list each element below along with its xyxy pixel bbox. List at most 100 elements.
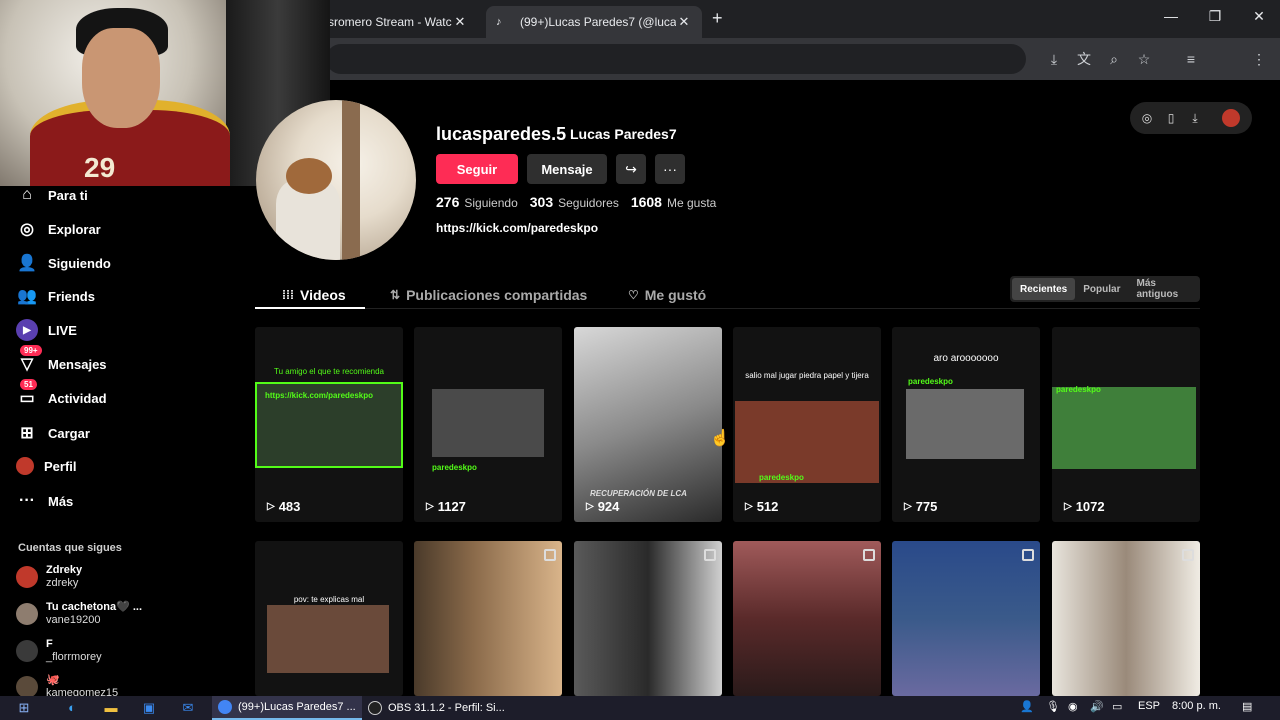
sidebar-item-actividad[interactable]: ▭ 51 Actividad [16, 379, 107, 413]
media-control-icon[interactable]: ≡ [1180, 48, 1202, 70]
window-close-icon[interactable]: ✕ [1244, 8, 1274, 25]
video-thumbnail [735, 401, 879, 483]
zoom-icon[interactable]: ⌕ [1103, 48, 1125, 70]
address-bar[interactable] [326, 44, 1026, 74]
phone-icon[interactable]: ▯ [1162, 109, 1180, 127]
bio-link[interactable]: https://kick.com/paredeskpo [436, 221, 598, 235]
kebab-menu-icon[interactable]: ⋮ [1248, 48, 1270, 70]
kick-link-text: paredeskpo [432, 463, 477, 472]
messages-icon: ▽ 99+ [16, 345, 42, 375]
tab-title: (99+)Lucas Paredes7 (@lucaspa [520, 15, 676, 29]
bookmark-star-icon[interactable]: ☆ [1133, 48, 1155, 70]
profile-username: lucasparedes.5 [436, 124, 567, 144]
video-views: ▷ 1127 [426, 499, 466, 514]
browser-tab-tiktok[interactable]: ♪ (99+)Lucas Paredes7 (@lucaspa ✕ [486, 6, 702, 38]
network-icon[interactable]: ◉ [1068, 700, 1078, 713]
profile-avatar-icon[interactable] [1214, 48, 1236, 70]
coin-icon[interactable]: ◎ [1138, 109, 1156, 127]
battery-icon[interactable]: ▭ [1112, 700, 1122, 713]
tab-me-gusto[interactable]: ♡ Me gustó [628, 282, 706, 308]
view-count: 483 [278, 499, 301, 514]
following-account[interactable]: F _florrmorey [16, 638, 102, 664]
tab-videos[interactable]: ⁞⁞⁞ Videos [282, 282, 346, 308]
person-icon[interactable]: 👤 [1020, 700, 1034, 713]
start-icon[interactable]: ⊞ [16, 700, 32, 716]
following-account[interactable]: Tu cachetona🖤 ... vane19200 [16, 601, 142, 627]
video-card[interactable]: pov: te explicas mal [255, 541, 403, 696]
sidebar-item-siguiendo[interactable]: 👤 Siguiendo [16, 248, 111, 278]
tab-label: Publicaciones compartidas [406, 287, 588, 303]
taskbar-app-obs[interactable]: OBS 31.1.2 - Perfil: Si... [362, 696, 511, 720]
video-card[interactable] [733, 541, 881, 696]
browser-tab-stream[interactable]: sromero Stream - Watc ✕ [318, 6, 478, 38]
account-username: vane19200 [46, 614, 101, 626]
sidebar-item-mensajes[interactable]: ▽ 99+ Mensajes [16, 345, 107, 379]
sidebar-item-label: Más [48, 493, 74, 509]
install-app-icon[interactable]: ⤓ [1043, 48, 1065, 70]
share-icon[interactable]: ↪ [616, 154, 646, 184]
language-indicator[interactable]: ESP [1138, 700, 1160, 712]
video-views: ▷ 1072 [1064, 499, 1105, 514]
heart-icon: ♡ [628, 288, 639, 302]
more-icon: ··· [19, 492, 35, 509]
taskbar-app-chrome[interactable]: (99+)Lucas Paredes7 ... [212, 696, 362, 720]
sidebar-item-explorar[interactable]: ◎ Explorar [16, 214, 101, 244]
video-card[interactable]: salio mal jugar piedra papel y tijera pa… [733, 327, 881, 522]
sidebar-item-mas[interactable]: ··· Más [16, 486, 73, 516]
sidebar-item-label: Explorar [48, 221, 101, 237]
sidebar-item-friends[interactable]: 👥 Friends [16, 281, 95, 311]
clock[interactable]: 8:00 p. m. [1172, 700, 1221, 712]
kick-link-text: paredeskpo [1056, 385, 1101, 394]
video-card[interactable] [1052, 541, 1200, 696]
edge-icon[interactable]: ◐ [64, 700, 80, 716]
sidebar-item-label: Para ti [48, 187, 88, 203]
video-card[interactable]: RECUPERACIÓN DE LCA ▷ 924 [574, 327, 722, 522]
kick-link-text: paredeskpo [908, 377, 953, 386]
file-explorer-icon[interactable]: ▬ [103, 700, 119, 716]
maximize-icon[interactable]: ❐ [1200, 8, 1230, 25]
microphone-icon[interactable]: 🎙 [1046, 700, 1060, 713]
video-card[interactable]: aro arooooooo paredeskpo ▷ 775 [892, 327, 1040, 522]
video-views: ▷ 512 [745, 499, 778, 514]
minimize-icon[interactable]: — [1156, 8, 1186, 24]
video-card[interactable]: Tu amigo el que te recomienda https://ki… [255, 327, 403, 522]
compass-icon: ◎ [20, 221, 34, 238]
following-label[interactable]: Siguiendo [464, 196, 517, 210]
volume-icon[interactable]: 🔊 [1090, 700, 1104, 713]
more-options-icon[interactable]: ··· [655, 154, 685, 184]
video-card[interactable] [574, 541, 722, 696]
play-icon: ▷ [745, 501, 753, 512]
message-button[interactable]: Mensaje [527, 154, 607, 184]
sidebar-item-live[interactable]: ▶ LIVE [16, 315, 77, 345]
notifications-icon[interactable]: ▤ [1242, 700, 1252, 713]
translate-icon[interactable]: 文 [1073, 48, 1095, 70]
sidebar-item-cargar[interactable]: ⊞ Cargar [16, 418, 90, 448]
sort-mas-antiguos[interactable]: Más antiguos [1128, 278, 1198, 300]
sort-popular[interactable]: Popular [1075, 278, 1128, 300]
carousel-icon [544, 549, 556, 561]
windows-taskbar: ⊞ ◐ ▬ ▣ ✉ (99+)Lucas Paredes7 ... OBS 31… [0, 696, 1280, 720]
download-icon[interactable]: ⤓ [1186, 109, 1204, 127]
followers-label[interactable]: Seguidores [558, 196, 619, 210]
followers-count: 303 [529, 194, 554, 210]
sidebar-item-perfil[interactable]: Perfil [16, 451, 77, 481]
video-card[interactable] [892, 541, 1040, 696]
plus-icon[interactable]: + [712, 8, 723, 29]
mail-icon[interactable]: ✉ [180, 700, 196, 716]
user-avatar-icon[interactable] [1222, 109, 1240, 127]
close-icon[interactable]: ✕ [452, 14, 468, 30]
sidebar-item-para-ti[interactable]: ⌂ Para ti [16, 180, 88, 210]
following-heading: Cuentas que sigues [18, 542, 122, 554]
video-card[interactable] [414, 541, 562, 696]
header-actions: ◎ ▯ ⤓ [1130, 102, 1252, 134]
video-card[interactable]: paredeskpo ▷ 1127 [414, 327, 562, 522]
chrome-icon [218, 700, 232, 714]
video-card[interactable]: paredeskpo ▷ 1072 [1052, 327, 1200, 522]
avatar [16, 566, 38, 588]
tab-publicaciones-compartidas[interactable]: ⇅ Publicaciones compartidas [390, 282, 587, 308]
close-icon[interactable]: ✕ [676, 14, 692, 30]
store-icon[interactable]: ▣ [141, 700, 157, 716]
follow-button[interactable]: Seguir [436, 154, 518, 184]
sort-recientes[interactable]: Recientes [1012, 278, 1076, 300]
following-account[interactable]: Zdreky zdreky [16, 564, 82, 590]
